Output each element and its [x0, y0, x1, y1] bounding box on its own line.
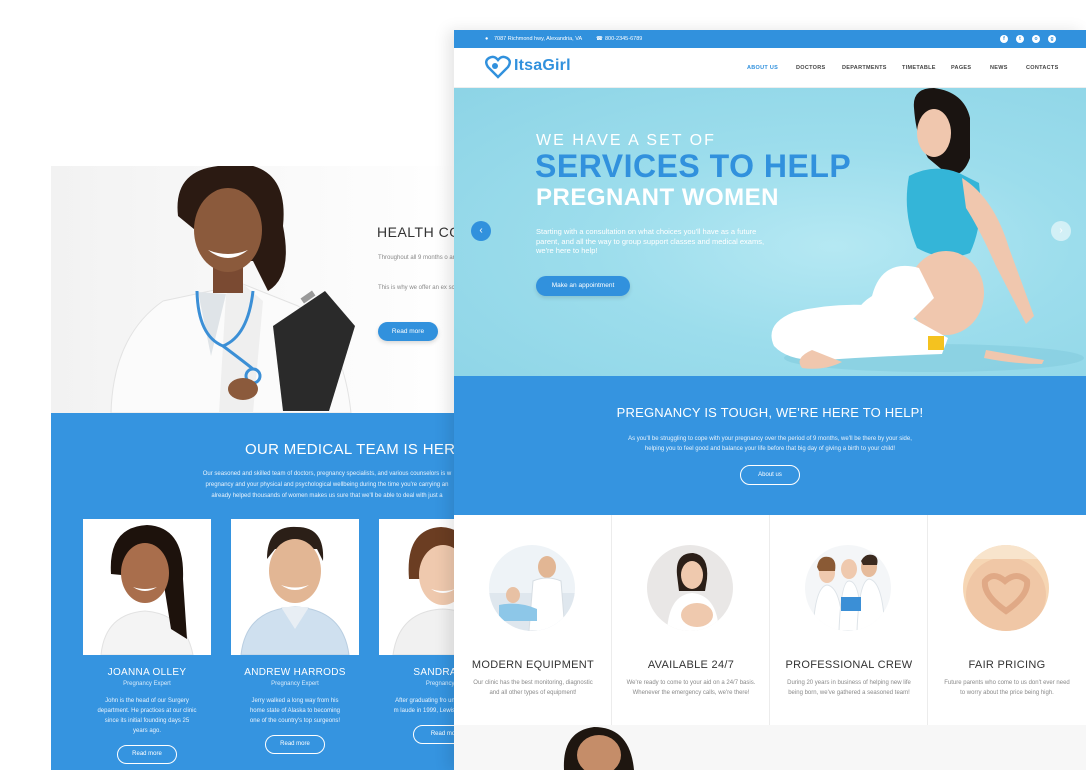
feature-text: During 20 years in business of helping n… [787, 680, 911, 696]
equipment-photo [489, 545, 575, 631]
feature-card: PROFESSIONAL CREW During 20 years in bus… [770, 515, 928, 725]
member-description: Jerry walked a long way from his home st… [249, 698, 341, 724]
member-role: Pregnancy Expert [123, 681, 171, 687]
instagram-icon[interactable]: o [1032, 35, 1040, 43]
phone-text: 800-2345-6789 [605, 36, 643, 42]
medical-team-section: OUR MEDICAL TEAM IS HERE TO Our seasoned… [51, 413, 471, 770]
member-photo [231, 519, 359, 655]
feature-card: MODERN EQUIPMENT Our clinic has the best… [454, 515, 612, 725]
hero-line-2: SERVICES TO HELP [535, 148, 852, 184]
nav-pages[interactable]: PAGES [951, 65, 971, 71]
crew-photo [805, 545, 891, 631]
member-name: ANDREW HARRODS [244, 667, 346, 678]
address-text: 7087 Richmond hwy, Alexandria, VA [494, 36, 583, 42]
nav-contacts[interactable]: CONTACTS [1026, 65, 1059, 71]
member-photo [83, 519, 211, 655]
feature-text: Future parents who come to us don't ever… [944, 680, 1070, 696]
google-plus-icon[interactable]: g [1048, 35, 1056, 43]
available-photo [647, 545, 733, 631]
front-page-preview: ● 7087 Richmond hwy, Alexandria, VA ☎ 80… [454, 30, 1086, 770]
heart-logo-icon[interactable] [485, 55, 511, 79]
template-preview-canvas: HEALTH CO Throughout all 9 months o ant … [0, 0, 1086, 770]
feature-title: FAIR PRICING [968, 659, 1046, 671]
person-photo [563, 727, 634, 770]
hero-description: Starting with a consultation on what cho… [536, 227, 765, 255]
team-member-card: JOANNA OLLEY Pregnancy Expert John is th… [83, 519, 211, 764]
help-text-line: As you'll be struggling to cope with you… [628, 436, 912, 442]
location-pin-icon: ● [485, 36, 489, 42]
feature-title: MODERN EQUIPMENT [471, 659, 595, 671]
member-read-more-button[interactable]: Read more [265, 735, 325, 754]
help-description: As you'll be struggling to cope with you… [454, 434, 1086, 454]
nav-departments[interactable]: DEPARTMENTS [842, 65, 887, 71]
site-logo[interactable]: ItsaGirl [514, 57, 571, 75]
make-appointment-button[interactable]: Make an appointment [536, 276, 630, 296]
slider-next-arrow-icon[interactable]: › [1051, 221, 1071, 241]
team-text-line: Our seasoned and skilled team of doctors… [202, 471, 452, 477]
phone-icon: ☎ [596, 36, 603, 42]
main-navbar: ItsaGirl ABOUT US DOCTORS DEPARTMENTS TI… [454, 48, 1086, 88]
slider-prev-arrow-icon[interactable]: ‹ [471, 221, 491, 241]
next-section-preview [454, 725, 1086, 770]
team-text-line: pregnancy and your physical and psycholo… [205, 482, 449, 488]
hero-slider: WE HAVE A SET OF SERVICES TO HELP PREGNA… [454, 88, 1086, 376]
team-title: OUR MEDICAL TEAM IS HERE TO [245, 441, 471, 458]
facebook-icon[interactable]: f [1000, 35, 1008, 43]
member-description: John is the head of our Surgery departme… [97, 698, 197, 734]
doctor-photo [110, 166, 355, 413]
health-title: HEALTH CO [377, 224, 461, 240]
pregnant-woman-photo [771, 88, 1084, 372]
feature-text: Our clinic has the best monitoring, diag… [473, 680, 593, 696]
member-name: JOANNA OLLEY [107, 667, 187, 678]
features-row: MODERN EQUIPMENT Our clinic has the best… [454, 515, 1086, 725]
back-page-preview: HEALTH CO Throughout all 9 months o ant … [51, 166, 471, 770]
health-read-more-button[interactable]: Read more [378, 322, 438, 341]
nav-news[interactable]: NEWS [990, 65, 1008, 71]
feature-title: AVAILABLE 24/7 [647, 659, 735, 671]
member-role: Pregnancy Expert [271, 681, 319, 687]
help-title: PREGNANCY IS TOUGH, WE'RE HERE TO HELP! [616, 405, 924, 420]
twitter-icon[interactable]: t [1016, 35, 1024, 43]
help-section: PREGNANCY IS TOUGH, WE'RE HERE TO HELP! … [454, 376, 1086, 515]
top-info-bar: ● 7087 Richmond hwy, Alexandria, VA ☎ 80… [454, 30, 1086, 48]
team-member-card: ANDREW HARRODS Pregnancy Expert Jerry wa… [231, 519, 359, 754]
feature-card: AVAILABLE 24/7 We're ready to come to yo… [612, 515, 770, 725]
hero-line-3: PREGNANT WOMEN [536, 184, 779, 211]
team-description: Our seasoned and skilled team of doctors… [177, 469, 471, 502]
nav-doctors[interactable]: DOCTORS [796, 65, 826, 71]
nav-timetable[interactable]: TIMETABLE [902, 65, 936, 71]
about-us-button[interactable]: About us [740, 465, 800, 485]
feature-text: We're ready to come to your aid on a 24/… [626, 680, 756, 696]
team-text-line: already helped thousands of women makes … [211, 493, 443, 499]
health-section: HEALTH CO Throughout all 9 months o ant … [51, 166, 471, 413]
nav-about-us[interactable]: ABOUT US [747, 65, 778, 71]
member-read-more-button[interactable]: Read more [117, 745, 177, 764]
feature-title: PROFESSIONAL CREW [785, 659, 913, 671]
help-text-line: helping you to feel good and balance you… [644, 446, 896, 452]
pricing-photo [963, 545, 1049, 631]
feature-card: FAIR PRICING Future parents who come to … [928, 515, 1086, 725]
